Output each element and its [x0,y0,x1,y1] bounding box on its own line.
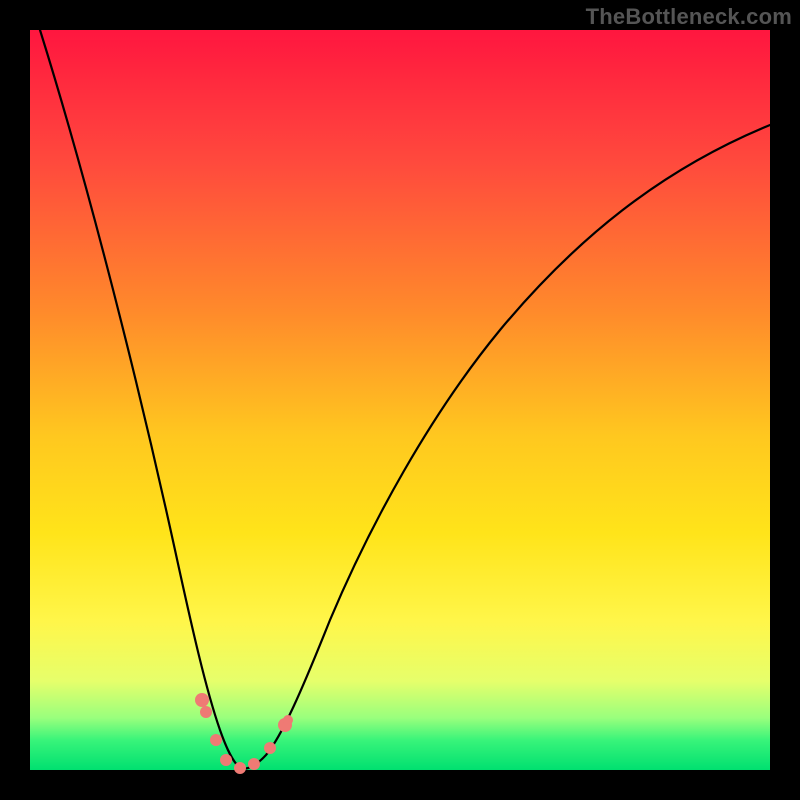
marker-dot [220,754,232,766]
curve-svg [30,30,770,770]
bottleneck-curve [40,30,770,769]
marker-dot [200,706,212,718]
marker-dot [195,693,209,707]
chart-frame: TheBottleneck.com [0,0,800,800]
watermark-text: TheBottleneck.com [586,4,792,30]
plot-area [30,30,770,770]
marker-dot [248,758,260,770]
marker-dot [234,762,246,774]
marker-dot [283,715,293,725]
marker-dot [264,742,276,754]
marker-dot [210,734,222,746]
